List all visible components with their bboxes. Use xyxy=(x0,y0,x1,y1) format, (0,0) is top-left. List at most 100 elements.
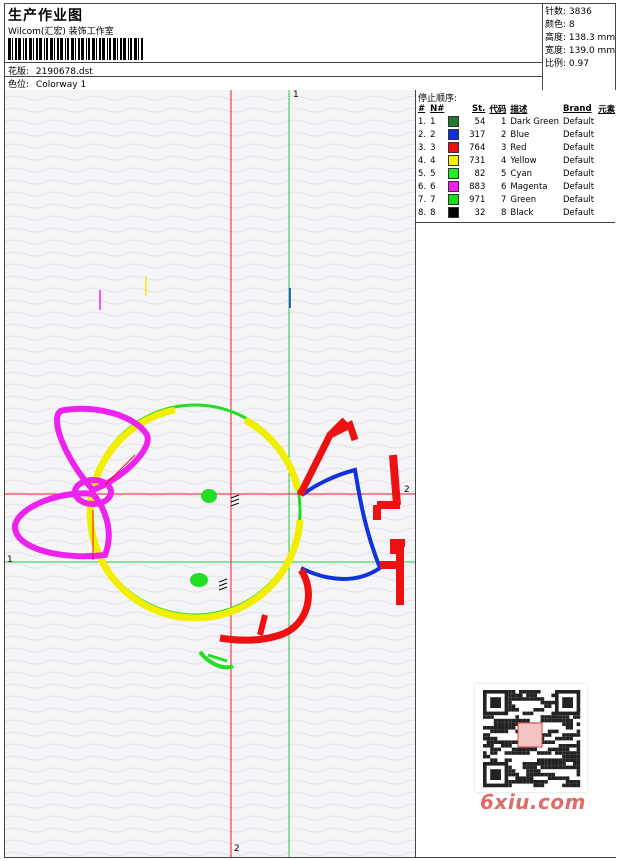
production-worksheet: 生产作业图 Wilcom(汇宏) 装饰工作室 花版: 2190678.dst 色… xyxy=(4,3,616,858)
table-row: 1. 1 54 1 Dark Green Default xyxy=(416,115,617,128)
table-cell: Yellow xyxy=(510,155,537,166)
stitch-count: 32 xyxy=(474,208,486,218)
table-cell xyxy=(596,141,617,154)
table-cell: Default xyxy=(563,116,595,127)
column-header: # xyxy=(418,103,426,114)
stitch-count: 731 xyxy=(469,156,486,166)
table-cell: Default xyxy=(563,142,595,153)
column-header: St. xyxy=(471,103,486,114)
divider xyxy=(5,62,542,63)
table-cell xyxy=(596,115,617,128)
guide-label: 2 xyxy=(404,485,410,495)
table-cell: Blue xyxy=(510,129,530,140)
barcode-image xyxy=(8,38,143,60)
table-cell: 8. xyxy=(418,207,427,218)
guide-label: 1 xyxy=(293,90,299,100)
column-header: 描述 xyxy=(510,104,528,115)
watermark-logo: 6xiu.com xyxy=(480,790,586,814)
table-cell: Black xyxy=(510,207,534,218)
column-header: Brand xyxy=(563,103,592,114)
table-cell: 6 xyxy=(430,181,436,192)
table-cell: 2 xyxy=(500,129,507,140)
table-cell: 5 xyxy=(430,168,436,179)
table-cell: 4 xyxy=(500,155,507,166)
table-cell: Magenta xyxy=(510,181,548,192)
header-left: 生产作业图 Wilcom(汇宏) 装饰工作室 花版: 2190678.dst 色… xyxy=(5,4,543,90)
color-swatch xyxy=(448,142,460,153)
table-cell: 5. xyxy=(418,168,427,179)
column-header: N# xyxy=(430,103,445,114)
column-header: 元素 xyxy=(598,104,616,115)
divider xyxy=(416,222,615,223)
color-swatch xyxy=(448,207,460,218)
stitch-count: 82 xyxy=(474,169,486,179)
company-name: Wilcom(汇宏) 装饰工作室 xyxy=(8,27,114,37)
table-cell: 6. xyxy=(418,181,427,192)
color-swatch xyxy=(448,129,460,140)
color-swatch xyxy=(448,194,460,205)
table-cell: 1. xyxy=(418,116,427,127)
eye-left xyxy=(190,573,208,587)
stat-width: 宽度: 139.0 mm xyxy=(545,46,616,56)
table-row: 4. 4 731 4 Yellow Default xyxy=(416,154,617,167)
stitch-count: 317 xyxy=(469,130,486,140)
table-cell: Dark Green xyxy=(510,116,560,127)
table-cell: 7 xyxy=(500,194,507,205)
table-cell: Cyan xyxy=(510,168,532,179)
table-header: # N# St. 代码 描述 Brand 元素 xyxy=(416,102,617,115)
guide-label: 2 xyxy=(234,844,240,854)
table-row: 8. 8 32 8 Black Default xyxy=(416,206,617,219)
eye-right xyxy=(201,489,217,503)
stitch-count: 54 xyxy=(474,117,486,127)
table-cell: 54 xyxy=(446,115,487,128)
table-cell xyxy=(596,206,617,219)
table-cell: Default xyxy=(563,155,595,166)
color-swatch xyxy=(448,116,460,127)
table-cell: 6 xyxy=(500,181,507,192)
table-cell: 731 xyxy=(446,154,487,167)
table-cell: 2 xyxy=(430,129,436,140)
table-cell: Default xyxy=(563,181,595,192)
table-cell: 8 xyxy=(500,207,507,218)
stop-sequence-table: # N# St. 代码 描述 Brand 元素 1. 1 54 1 Dark Green… xyxy=(416,102,617,219)
embroidery-design xyxy=(5,90,415,857)
stitch-count: 971 xyxy=(469,195,486,205)
table-row: 3. 3 764 3 Red Default xyxy=(416,141,617,154)
table-cell: 971 xyxy=(446,193,487,206)
table-cell: Default xyxy=(563,129,595,140)
table-cell: 7 xyxy=(430,194,436,205)
table-cell: 3 xyxy=(430,142,436,153)
colorway-row: 色位: Colorway 1 xyxy=(8,77,86,90)
table-row: 2. 2 317 2 Blue Default xyxy=(416,128,617,141)
table-cell: 82 xyxy=(446,167,487,180)
table-cell: Red xyxy=(510,142,527,153)
color-swatch xyxy=(448,181,460,192)
table-cell: 8 xyxy=(430,207,436,218)
table-cell: 4. xyxy=(418,155,427,166)
table-cell: 3 xyxy=(500,142,507,153)
table-cell: Default xyxy=(563,194,595,205)
table-cell: Default xyxy=(563,168,595,179)
page-title: 生产作业图 xyxy=(8,8,83,24)
stat-scale: 比例: 0.97 xyxy=(545,59,589,69)
table-cell: 4 xyxy=(430,155,436,166)
design-canvas: 1 1 2 2 xyxy=(5,90,415,857)
table-cell: 5 xyxy=(500,168,507,179)
stitch-count: 883 xyxy=(469,182,486,192)
qr-code-image xyxy=(475,684,587,792)
table-cell: 32 xyxy=(446,206,487,219)
table-cell: 2. xyxy=(418,129,427,140)
table-cell xyxy=(596,167,617,180)
color-swatch xyxy=(448,168,460,179)
table-row: 6. 6 883 6 Magenta Default xyxy=(416,180,617,193)
header: 生产作业图 Wilcom(汇宏) 装饰工作室 花版: 2190678.dst 色… xyxy=(5,4,615,91)
table-cell: Default xyxy=(563,207,595,218)
stat-height: 高度: 138.3 mm xyxy=(545,33,616,43)
stitch-count: 764 xyxy=(469,143,486,153)
table-row: 5. 5 82 5 Cyan Default xyxy=(416,167,617,180)
table-cell: 883 xyxy=(446,180,487,193)
color-swatch xyxy=(448,155,460,166)
table-cell: Green xyxy=(510,194,537,205)
table-cell: 1 xyxy=(500,116,507,127)
table-cell: 7. xyxy=(418,194,427,205)
